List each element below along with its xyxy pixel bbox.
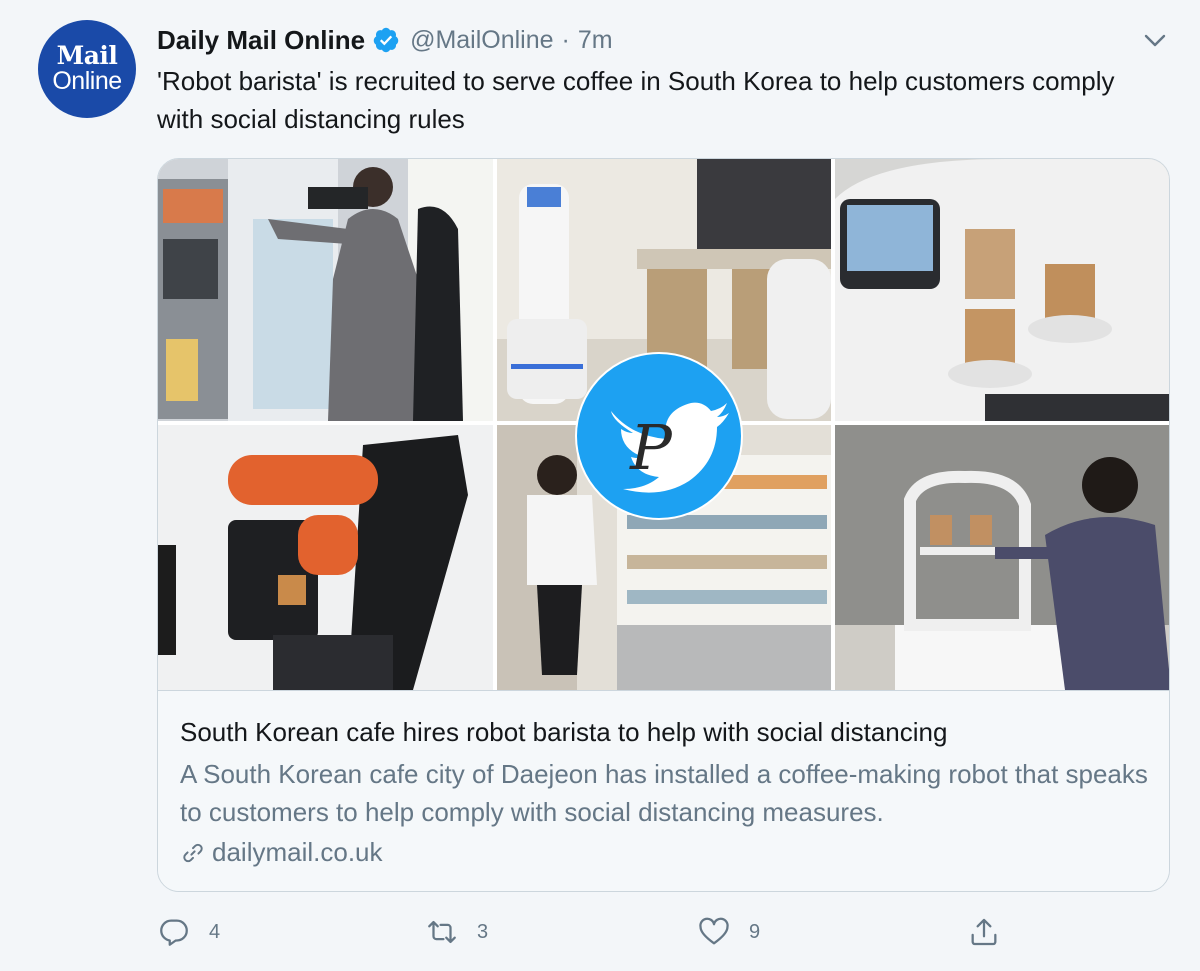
display-name[interactable]: Daily Mail Online xyxy=(157,25,365,56)
like-count: 9 xyxy=(749,920,761,943)
retweet-icon xyxy=(428,920,456,944)
link-card[interactable]: P South Korean cafe hires robot barista … xyxy=(157,158,1170,892)
like-button[interactable]: 9 xyxy=(697,912,760,952)
retweet-button[interactable]: 3 xyxy=(425,912,488,952)
photo-man-with-robot-tray xyxy=(835,425,1169,690)
card-domain-text: dailymail.co.uk xyxy=(212,837,383,867)
avatar-logo-line1: Mail xyxy=(56,40,118,70)
link-icon xyxy=(183,843,203,862)
separator-dot: · xyxy=(561,25,570,54)
verified-badge-icon xyxy=(373,27,399,53)
tweet[interactable]: Mail Online Daily Mail Online @MailOnlin… xyxy=(0,0,1200,971)
card-body[interactable]: South Korean cafe hires robot barista to… xyxy=(158,690,1169,891)
card-title[interactable]: South Korean cafe hires robot barista to… xyxy=(180,713,1160,751)
photo-robot-arm xyxy=(158,425,493,690)
card-domain[interactable]: dailymail.co.uk xyxy=(180,837,383,868)
avatar[interactable]: Mail Online xyxy=(38,20,136,118)
chevron-down-icon[interactable] xyxy=(1140,26,1170,54)
watermark-letter: P xyxy=(629,411,673,484)
card-image-collage[interactable]: P xyxy=(158,159,1169,690)
tweet-actions: 4 3 9 xyxy=(157,912,1170,952)
reply-button[interactable]: 4 xyxy=(157,912,220,952)
timestamp[interactable]: 7m xyxy=(578,26,613,55)
twitter-bird-watermark-icon: P xyxy=(575,352,743,520)
photo-robot-carrying-cups xyxy=(835,159,1169,421)
heart-icon xyxy=(699,917,729,945)
retweet-count: 3 xyxy=(477,920,489,943)
reply-count: 4 xyxy=(209,920,221,943)
card-description: A South Korean cafe city of Daejeon has … xyxy=(180,759,1148,827)
share-button[interactable] xyxy=(967,912,1001,952)
share-icon xyxy=(971,918,997,946)
photo-man-at-robot-kiosk xyxy=(158,159,493,421)
tweet-text: 'Robot barista' is recruited to serve co… xyxy=(157,66,1115,134)
handle[interactable]: @MailOnline xyxy=(410,26,553,55)
tweet-header: Daily Mail Online @MailOnline · 7m xyxy=(157,22,613,58)
avatar-logo-line2: Online xyxy=(52,66,122,95)
reply-icon xyxy=(160,919,188,946)
